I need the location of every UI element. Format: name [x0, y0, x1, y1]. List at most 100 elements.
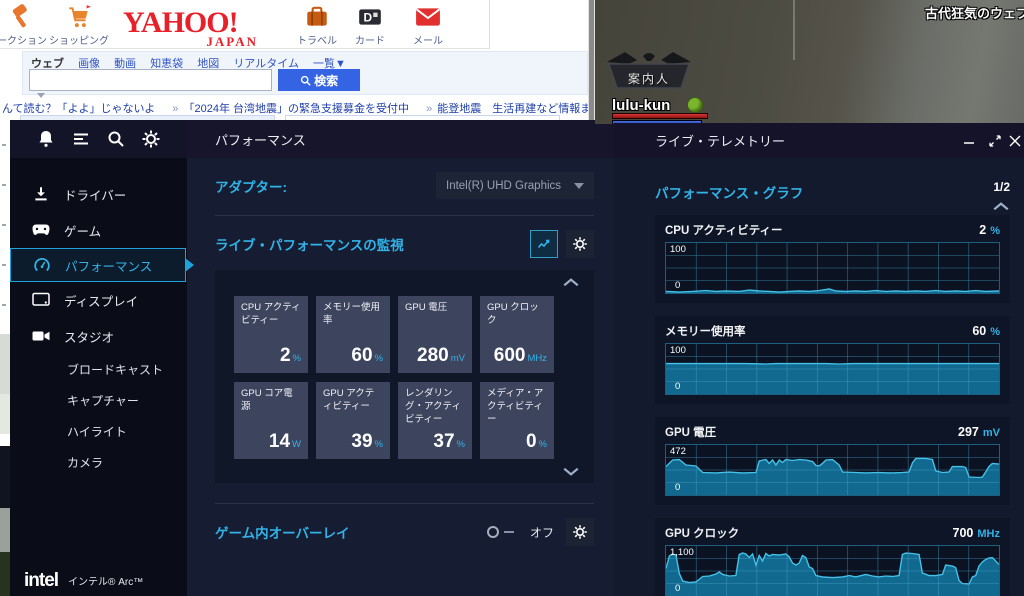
search-history-caret[interactable] [37, 93, 45, 98]
svg-text:D: D [364, 10, 373, 24]
overlay-row: ゲーム内オーバーレイ オフ [215, 518, 602, 546]
mail-icon [416, 8, 440, 26]
graph-view-button[interactable] [530, 230, 558, 258]
game-prop [793, 0, 795, 60]
intel-logo: intel [24, 570, 59, 591]
scrollbar-thumb[interactable] [589, 0, 594, 124]
sidebar: ドライバー ゲーム パフォーマンス ディスプレイ スタジオ ブロードキャスト キ… [10, 120, 194, 596]
service-label: カード [355, 36, 385, 47]
metric-tile-render-activity: レンダリング・アクティビティー 37% [398, 382, 472, 459]
yahoo-search-panel: ウェブ 画像 動画 知恵袋 地図 リアルタイム 一覧▼ 検索 [22, 51, 588, 98]
adapter-value: Intel(R) UHD Graphics [446, 179, 562, 192]
search-button-label: 検索 [314, 73, 339, 88]
sidebar-subitem-broadcast[interactable]: ブロードキャスト [10, 354, 187, 385]
adapter-row: アダプター: Intel(R) UHD Graphics [215, 172, 602, 199]
menu-icon[interactable] [71, 129, 91, 149]
sidebar-subitem-highlights[interactable]: ハイライト [10, 416, 187, 447]
adapter-label: アダプター: [215, 179, 287, 195]
search-input[interactable] [29, 69, 272, 91]
service-label: ショッピング [49, 36, 109, 47]
service-shopping[interactable]: ショッピング [48, 4, 110, 47]
gear-icon [573, 525, 587, 539]
adapter-dropdown[interactable]: Intel(R) UHD Graphics [436, 172, 594, 199]
service-label: トラベル [297, 36, 337, 47]
metric-tile-gpu-power: GPU コア電源 14 W [234, 382, 308, 459]
npc-nameplate: 案内人 [599, 48, 709, 96]
settings-gear-icon[interactable] [141, 129, 161, 149]
gpu-voltage-plot: 472 0 [665, 444, 1000, 496]
cpu-activity-plot: 100 0 [665, 242, 1000, 294]
sidebar-item-driver[interactable]: ドライバー [10, 176, 187, 212]
minimize-button[interactable] [956, 128, 982, 154]
sidebar-subitem-camera[interactable]: カメラ [10, 447, 187, 478]
metric-tile-cpu-activity: CPU アクティビティー 2% [234, 296, 308, 373]
overlay-toggle-off[interactable] [486, 525, 518, 539]
notifications-icon[interactable] [36, 129, 56, 149]
npc-name: 案内人 [627, 72, 670, 86]
game-location-caption: 古代狂気のウェブ [924, 6, 1024, 21]
divider [215, 503, 594, 504]
news-link[interactable]: 能登地震 生活再建など情報まとめ [437, 103, 613, 115]
close-button[interactable] [1008, 128, 1022, 154]
overlay-settings-button[interactable] [566, 518, 594, 546]
search-button[interactable]: 検索 [278, 69, 360, 91]
overlay-state-label: オフ [529, 525, 554, 540]
sidebar-subitem-label: カメラ [67, 456, 104, 470]
graph-card-cpu-activity: CPU アクティビティー 2% 100 0 [655, 215, 1010, 303]
sidebar-toolbar [10, 120, 187, 158]
performance-gauge-icon [34, 258, 50, 272]
restore-button[interactable] [982, 128, 1008, 154]
service-card[interactable]: D カード [344, 4, 396, 47]
sidebar-item-display[interactable]: ディスプレイ [10, 282, 187, 318]
yahoo-logo[interactable]: YAHOO! JAPAN [123, 6, 258, 50]
monitor-header-row: ライブ・パフォーマンスの監視 [215, 230, 602, 258]
metric-tile-gpu-clock: GPU クロック 600 MHz [480, 296, 554, 373]
sidebar-item-label: スタジオ [64, 330, 115, 345]
yahoo-services-bar: ークション ショッピング トラベル D カード メール YAHOO! JAPAN [0, 0, 490, 49]
service-travel[interactable]: トラベル [288, 4, 346, 47]
service-auction[interactable]: ークション [0, 4, 52, 47]
metric-tile-gpu-activity: GPU アクティビティー 39% [316, 382, 390, 459]
performance-title: パフォーマンス [187, 120, 626, 158]
page-indicator: 1/2 [993, 180, 1010, 194]
telemetry-window: ライブ・テレメトリー パフォーマンス・グラフ 1/2 CPU アクティビティー … [614, 123, 1024, 596]
sidebar-subitem-capture[interactable]: キャプチャー [10, 385, 187, 416]
news-link[interactable]: 「2024年 台湾地震」の緊急支援募金を受付中 [183, 103, 409, 115]
player-badge-icon [687, 97, 703, 113]
sidebar-item-games[interactable]: ゲーム [10, 212, 187, 248]
metrics-container: CPU アクティビティー 2% メモリー使用率 60% GPU 電圧 280 mV [215, 270, 594, 483]
dropdown-caret-icon [574, 182, 584, 189]
graphs-section-title: パフォーマンス・グラフ [655, 186, 804, 201]
service-mail[interactable]: メール [402, 4, 454, 47]
product-name: インテル® Arc™ [68, 577, 144, 588]
sidebar-item-label: ディスプレイ [64, 294, 139, 309]
telemetry-titlebar: ライブ・テレメトリー [614, 123, 1024, 158]
sidebar-item-studio[interactable]: スタジオ [10, 318, 187, 354]
service-label: ークション [0, 36, 47, 47]
chevron-down-icon[interactable] [562, 467, 580, 476]
monitor-settings-button[interactable] [566, 230, 594, 258]
sidebar-footer: intel インテル® Arc™ [24, 570, 143, 592]
browser-scrollbar[interactable] [588, 0, 595, 124]
intel-arc-window: ドライバー ゲーム パフォーマンス ディスプレイ スタジオ ブロードキャスト キ… [10, 120, 626, 596]
chevron-up-icon[interactable] [562, 278, 580, 287]
sidebar-item-performance[interactable]: パフォーマンス [10, 248, 194, 282]
graph-card-gpu-voltage: GPU 電圧 297 mV 472 0 [655, 417, 1010, 505]
auction-icon [12, 4, 27, 28]
sidebar-item-label: パフォーマンス [65, 259, 153, 274]
monitor-title: ライブ・パフォーマンスの監視 [215, 238, 404, 253]
search-icon[interactable] [106, 129, 126, 149]
player-name: lulu-kun [612, 97, 671, 114]
overlay-title: ゲーム内オーバーレイ [215, 526, 350, 541]
telemetry-title: ライブ・テレメトリー [655, 134, 786, 149]
browser-page: ークション ショッピング トラベル D カード メール YAHOO! JAPAN [0, 0, 613, 124]
sidebar-item-label: ドライバー [64, 188, 127, 203]
divider [215, 215, 594, 216]
sidebar-item-label: ゲーム [64, 224, 102, 239]
sidebar-subitem-label: キャプチャー [67, 394, 139, 408]
gamepad-icon [32, 224, 50, 235]
card-icon: D [359, 9, 381, 25]
news-link[interactable]: んて読む？「よよ」じゃないよ [2, 103, 155, 115]
metric-tile-media-activity: メディア・アクティビティー 0% [480, 382, 554, 459]
chevron-up-icon[interactable] [992, 202, 1010, 211]
